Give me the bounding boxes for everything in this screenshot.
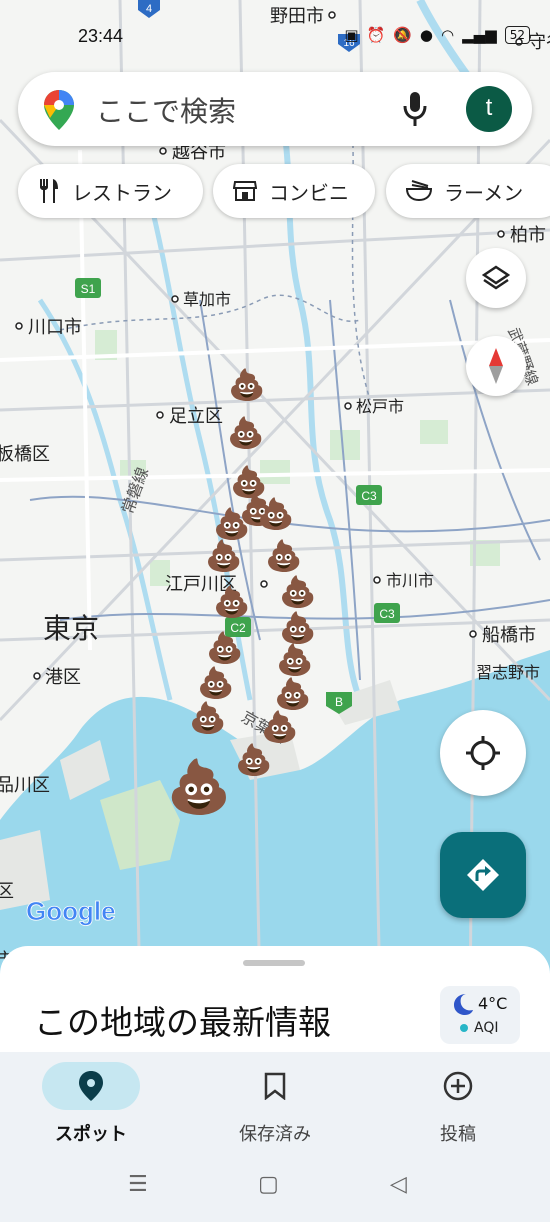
- poop-emoji-marker[interactable]: 💩: [279, 574, 316, 610]
- poop-emoji-marker[interactable]: 💩: [213, 584, 250, 620]
- signal-icon: ▂▄▆: [462, 26, 497, 44]
- poop-emoji-marker[interactable]: 💩: [261, 709, 298, 745]
- nav-spot-pill[interactable]: [42, 1062, 140, 1110]
- label-kashiwa: 柏市: [510, 225, 546, 245]
- route-shield-s1: S1: [75, 278, 101, 298]
- chip-convenience-store[interactable]: コンビニ: [213, 164, 375, 218]
- sheet-drag-handle[interactable]: [243, 960, 305, 966]
- poop-emoji-marker[interactable]: 💩: [189, 700, 226, 736]
- label-matsudo: 松戸市: [356, 398, 404, 416]
- system-home-icon[interactable]: ▢: [258, 1172, 279, 1197]
- my-location-button[interactable]: [440, 710, 526, 796]
- label-ichikawa: 市川市: [386, 572, 434, 590]
- label-kawaguchi: 川口市: [28, 317, 82, 337]
- label-minato: 港区: [45, 667, 81, 687]
- bottom-navigation: スポット 保存済み 投稿 ☰ ▢ ◁: [0, 1052, 550, 1222]
- directions-icon: [467, 859, 499, 891]
- poop-emoji-marker[interactable]: 💩: [274, 676, 311, 712]
- nav-post[interactable]: 投稿: [388, 1062, 528, 1146]
- label-tokyo: 東京: [43, 613, 99, 644]
- search-input[interactable]: ここで検索: [96, 90, 236, 130]
- crosshair-icon: [466, 736, 500, 770]
- status-bar: 23:44 ▣ ⏰ 🔕 ● ◠ ▂▄▆ 52: [0, 0, 550, 70]
- poop-emoji-marker[interactable]: 💩: [197, 665, 234, 701]
- mute-icon: 🔕: [393, 26, 412, 44]
- maps-logo-icon: [44, 90, 74, 130]
- poop-emoji-marker[interactable]: 💩: [206, 630, 243, 666]
- nav-post-pill[interactable]: [409, 1062, 507, 1110]
- system-back-icon[interactable]: ◁: [390, 1172, 407, 1197]
- chip-restaurant-label: レストラン: [72, 182, 172, 205]
- google-logo: Google: [26, 896, 116, 926]
- chip-ramen-label: ラーメン: [444, 182, 524, 205]
- label-adachi: 足立区: [169, 406, 223, 426]
- search-bar[interactable]: ここで検索 t: [18, 72, 532, 146]
- layers-button[interactable]: [466, 248, 526, 308]
- system-menu-icon[interactable]: ☰: [128, 1172, 148, 1197]
- label-funabashi: 船橋市: [482, 625, 536, 645]
- pin-icon: [79, 1071, 103, 1101]
- weather-temperature: 4°C: [478, 994, 508, 1013]
- nav-spot[interactable]: スポット: [21, 1062, 161, 1146]
- sheet-title: この地域の最新情報: [34, 1004, 331, 1041]
- poop-emoji-marker[interactable]: 💩: [276, 642, 313, 678]
- route-shield-c3a: C3: [356, 485, 382, 505]
- microphone-icon[interactable]: [400, 90, 430, 128]
- poop-emoji-marker[interactable]: 💩: [205, 538, 242, 574]
- route-shield-c3b: C3: [374, 603, 400, 623]
- moon-icon: [454, 994, 473, 1015]
- nav-spot-label: スポット: [55, 1124, 127, 1144]
- weather-aqi: AQI: [474, 1020, 499, 1036]
- svg-text:B: B: [335, 695, 343, 709]
- poop-emoji-marker[interactable]: 💩: [265, 538, 302, 574]
- wifi-icon: ◠: [441, 26, 455, 44]
- poop-emoji-marker[interactable]: 💩: [227, 415, 264, 451]
- label-itabashi: 板橋区: [0, 444, 50, 464]
- bookmark-icon: [264, 1072, 286, 1100]
- location-icon: ●: [419, 26, 434, 44]
- nav-saved-pill[interactable]: [226, 1062, 324, 1110]
- alarm-icon: ⏰: [366, 26, 386, 44]
- bottom-sheet[interactable]: この地域の最新情報 4°C AQI: [0, 946, 550, 1066]
- label-shinagawa: 品川区: [0, 775, 50, 795]
- chip-restaurant[interactable]: レストラン: [18, 164, 203, 218]
- nav-saved[interactable]: 保存済み: [205, 1062, 345, 1146]
- ramen-icon: [406, 180, 432, 202]
- restaurant-icon: [40, 179, 58, 203]
- battery-icon: 52: [504, 26, 530, 44]
- nav-post-label: 投稿: [440, 1124, 476, 1144]
- compass-button[interactable]: [466, 336, 526, 396]
- status-icons: ▣ ⏰ 🔕 ● ◠ ▂▄▆ 52: [344, 26, 530, 44]
- nfc-icon: ▣: [344, 26, 359, 44]
- poop-emoji-marker[interactable]: 💩: [167, 756, 232, 817]
- svg-text:C3: C3: [379, 607, 395, 621]
- add-circle-icon: [443, 1071, 473, 1101]
- chip-ramen[interactable]: ラーメン: [386, 164, 550, 218]
- status-time: 23:44: [78, 26, 124, 46]
- poop-emoji-marker[interactable]: 💩: [257, 496, 294, 532]
- nav-saved-label: 保存済み: [239, 1124, 311, 1144]
- weather-widget[interactable]: 4°C AQI: [440, 986, 520, 1044]
- label-ku: 区: [0, 881, 14, 901]
- directions-button[interactable]: [440, 832, 526, 918]
- poop-emoji-marker[interactable]: 💩: [228, 367, 265, 403]
- aqi-dot-icon: [460, 1024, 468, 1032]
- poop-emoji-marker[interactable]: 💩: [235, 742, 272, 778]
- label-soka: 草加市: [183, 291, 231, 309]
- svg-text:S1: S1: [81, 282, 96, 296]
- label-narashino: 習志野市: [476, 664, 540, 682]
- account-avatar[interactable]: t: [466, 86, 512, 132]
- svg-text:C3: C3: [361, 489, 377, 503]
- poop-emoji-marker[interactable]: 💩: [279, 610, 316, 646]
- layers-icon: [482, 265, 510, 290]
- chip-convenience-store-label: コンビニ: [269, 182, 349, 205]
- compass-icon: [489, 348, 503, 384]
- store-icon: [233, 181, 257, 201]
